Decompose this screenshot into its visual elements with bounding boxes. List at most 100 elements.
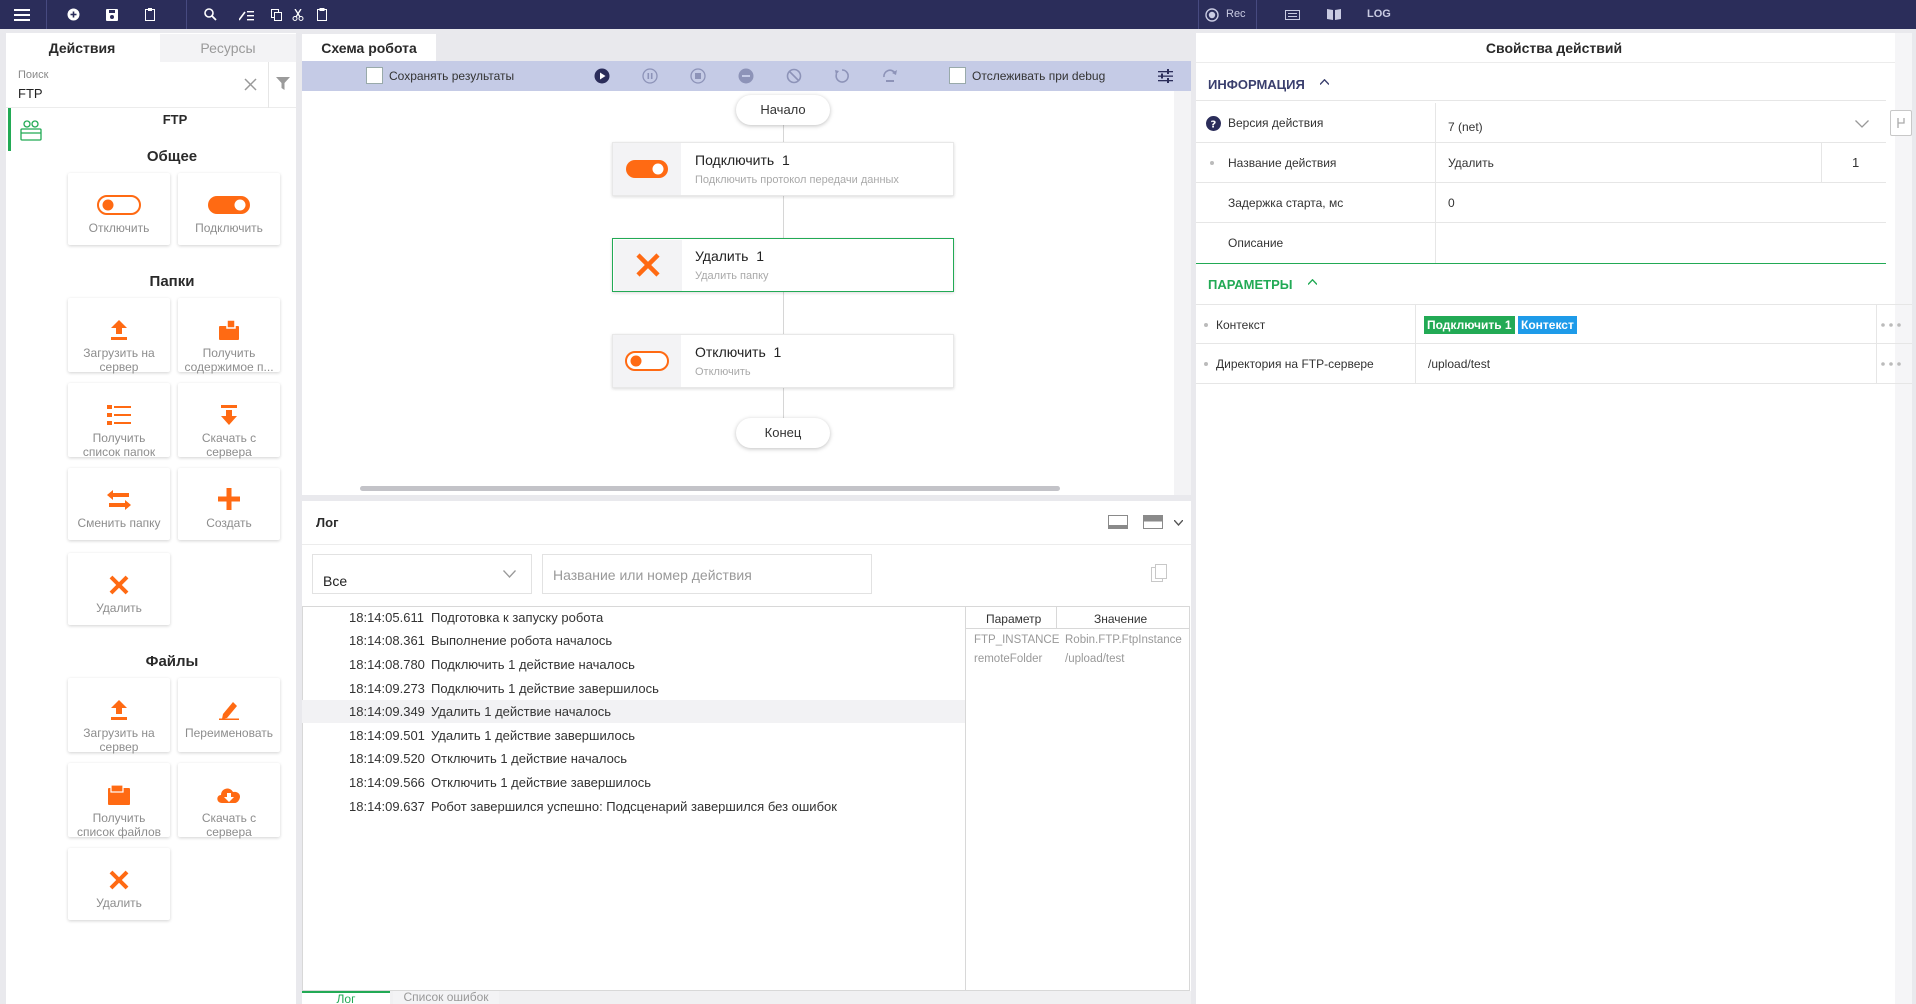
pause-icon[interactable] bbox=[642, 68, 658, 84]
log-row[interactable]: 18:14:09.501 Удалить 1 действие завершило… bbox=[302, 724, 965, 747]
log-row[interactable]: 18:14:09.637 Робот завершился успешно: По… bbox=[302, 795, 965, 818]
description-input[interactable] bbox=[1436, 223, 1886, 263]
context-tag-context[interactable]: Контекст bbox=[1518, 316, 1577, 334]
prop-row-description: Описание bbox=[1196, 223, 1886, 264]
action-disconnect[interactable]: Отключить bbox=[68, 173, 170, 245]
tab-actions[interactable]: Действия bbox=[6, 34, 158, 62]
log-row-selected[interactable]: 18:14:09.349 Удалить 1 действие началось bbox=[302, 700, 965, 723]
save-results-label: Сохранять результаты bbox=[389, 69, 515, 83]
chevron-down-icon[interactable] bbox=[1174, 520, 1183, 526]
log-search-input[interactable]: Название или номер действия bbox=[542, 554, 872, 594]
section-folders-title: Папки bbox=[149, 273, 195, 290]
action-delete-file[interactable]: Удалить bbox=[68, 848, 170, 920]
start-node[interactable]: Начало bbox=[736, 95, 830, 125]
chevron-up-icon[interactable] bbox=[1308, 279, 1317, 285]
redo-icon[interactable] bbox=[882, 68, 898, 84]
params-table: Параметр Значение FTP_INSTANCE Robin.FTP… bbox=[966, 606, 1190, 991]
rec-label[interactable]: Rec bbox=[1226, 0, 1246, 29]
action-label: Скачать с сервера bbox=[201, 811, 257, 839]
undo-icon[interactable] bbox=[834, 68, 850, 84]
search-icon[interactable] bbox=[197, 0, 223, 29]
version-select[interactable]: 7 (net) bbox=[1448, 107, 1483, 147]
end-node[interactable]: Конец bbox=[736, 418, 830, 448]
log-row[interactable]: 18:14:05.611 Подготовка к запуску робота bbox=[302, 606, 965, 629]
chevron-up-icon[interactable] bbox=[1320, 79, 1329, 85]
tab-log[interactable]: Лог bbox=[302, 991, 390, 1004]
log-row[interactable]: 18:14:08.780 Подключить 1 действие начало… bbox=[302, 653, 965, 676]
version-label: Версия действия bbox=[1228, 116, 1324, 130]
more-options-icon[interactable] bbox=[1880, 323, 1906, 327]
node-connect[interactable]: Подключить 1 Подключить протокол передач… bbox=[612, 142, 954, 196]
action-delete-folder[interactable]: Удалить bbox=[68, 553, 170, 625]
add-icon[interactable] bbox=[60, 0, 86, 29]
node-title: Удалить bbox=[695, 248, 749, 264]
keyboard-icon[interactable] bbox=[1279, 0, 1305, 29]
chevron-down-icon[interactable] bbox=[1855, 120, 1869, 128]
record-icon[interactable] bbox=[1199, 0, 1225, 29]
version-branch-icon[interactable] bbox=[1890, 110, 1912, 136]
action-download-file[interactable]: Скачать с сервера bbox=[178, 763, 280, 839]
paste-icon[interactable] bbox=[309, 0, 335, 29]
menu-icon[interactable] bbox=[9, 0, 35, 29]
description-label: Описание bbox=[1228, 236, 1284, 250]
action-download-folder[interactable]: Скачать с сервера bbox=[178, 383, 280, 459]
log-row[interactable]: 18:14:08.361 Выполнение робота началось bbox=[302, 629, 965, 652]
cut-icon[interactable] bbox=[285, 0, 311, 29]
action-connect[interactable]: Подключить bbox=[178, 173, 280, 245]
log-row[interactable]: 18:14:09.273 Подключить 1 действие заверш… bbox=[302, 677, 965, 700]
log-filter-select[interactable]: Все bbox=[312, 554, 532, 594]
ftp-category-icon[interactable] bbox=[8, 108, 50, 151]
tab-robot-schema[interactable]: Схема робота bbox=[302, 34, 436, 62]
help-icon[interactable]: ? bbox=[1206, 116, 1221, 131]
context-tag-connect[interactable]: Подключить 1 bbox=[1424, 316, 1515, 334]
prop-row-ftp-dir: Директория на FTP-сервере /upload/test bbox=[1196, 344, 1912, 384]
ftp-dir-input[interactable]: /upload/test bbox=[1428, 344, 1490, 384]
log-row[interactable]: 18:14:09.566 Отключить 1 действие заверши… bbox=[302, 771, 965, 794]
filter-icon[interactable] bbox=[276, 77, 290, 90]
info-section-header[interactable]: ИНФОРМАЦИЯ bbox=[1208, 77, 1305, 92]
action-upload-folder[interactable]: Загрузить на сервер bbox=[68, 298, 170, 374]
clear-icon[interactable] bbox=[244, 78, 257, 91]
name-input[interactable]: Удалить bbox=[1448, 143, 1494, 183]
tab-resources[interactable]: Ресурсы bbox=[160, 34, 296, 62]
search-input[interactable]: FTP bbox=[18, 86, 43, 101]
node-delete[interactable]: Удалить 1 Удалить папку bbox=[612, 238, 954, 292]
layout-split-icon[interactable] bbox=[1143, 515, 1163, 529]
action-label: Получить список файлов bbox=[76, 811, 162, 839]
clipboard-icon[interactable] bbox=[137, 0, 163, 29]
save-results-checkbox[interactable] bbox=[366, 67, 383, 84]
log-button[interactable]: LOG bbox=[1367, 0, 1391, 29]
play-icon[interactable] bbox=[594, 68, 610, 84]
action-list-folders[interactable]: Получить список папок bbox=[68, 383, 170, 459]
action-get-folder-contents[interactable]: Получить содержимое п... bbox=[178, 298, 280, 374]
book-icon[interactable] bbox=[1321, 0, 1347, 29]
node-disconnect[interactable]: Отключить 1 Отключить bbox=[612, 334, 954, 388]
track-debug-checkbox[interactable] bbox=[949, 67, 966, 84]
layout-single-icon[interactable] bbox=[1108, 515, 1128, 529]
action-label: Загрузить на сервер bbox=[83, 346, 155, 374]
action-rename-file[interactable]: Переименовать bbox=[178, 678, 280, 752]
action-label: Создать bbox=[206, 516, 252, 530]
minus-icon[interactable] bbox=[738, 68, 754, 84]
log-row[interactable]: 18:14:09.520 Отключить 1 действие началос… bbox=[302, 747, 965, 770]
stop-icon[interactable] bbox=[690, 68, 706, 84]
params-section-header[interactable]: ПАРАМЕТРЫ bbox=[1208, 277, 1293, 292]
block-icon[interactable] bbox=[786, 68, 802, 84]
tab-error-list[interactable]: Список ошибок bbox=[393, 991, 499, 1004]
horizontal-scrollbar[interactable] bbox=[360, 486, 1060, 491]
save-icon[interactable] bbox=[99, 0, 125, 29]
settings-sliders-icon[interactable] bbox=[1158, 69, 1173, 83]
copy-icon[interactable] bbox=[1151, 564, 1167, 582]
name-number[interactable]: 1 bbox=[1852, 143, 1859, 183]
swap-icon bbox=[68, 480, 170, 510]
action-upload-file[interactable]: Загрузить на сервер bbox=[68, 678, 170, 754]
action-list-files[interactable]: Получить список файлов bbox=[68, 763, 170, 839]
delay-input[interactable]: 0 bbox=[1448, 183, 1455, 223]
log-time: 18:14:09.501 bbox=[349, 728, 425, 743]
edit-list-icon[interactable] bbox=[233, 0, 259, 29]
action-change-folder[interactable]: Сменить папку bbox=[68, 468, 170, 540]
action-label: Подключить bbox=[195, 221, 263, 235]
action-label: Отключить bbox=[88, 221, 150, 235]
action-create-folder[interactable]: Создать bbox=[178, 468, 280, 540]
more-options-icon[interactable] bbox=[1880, 362, 1906, 366]
